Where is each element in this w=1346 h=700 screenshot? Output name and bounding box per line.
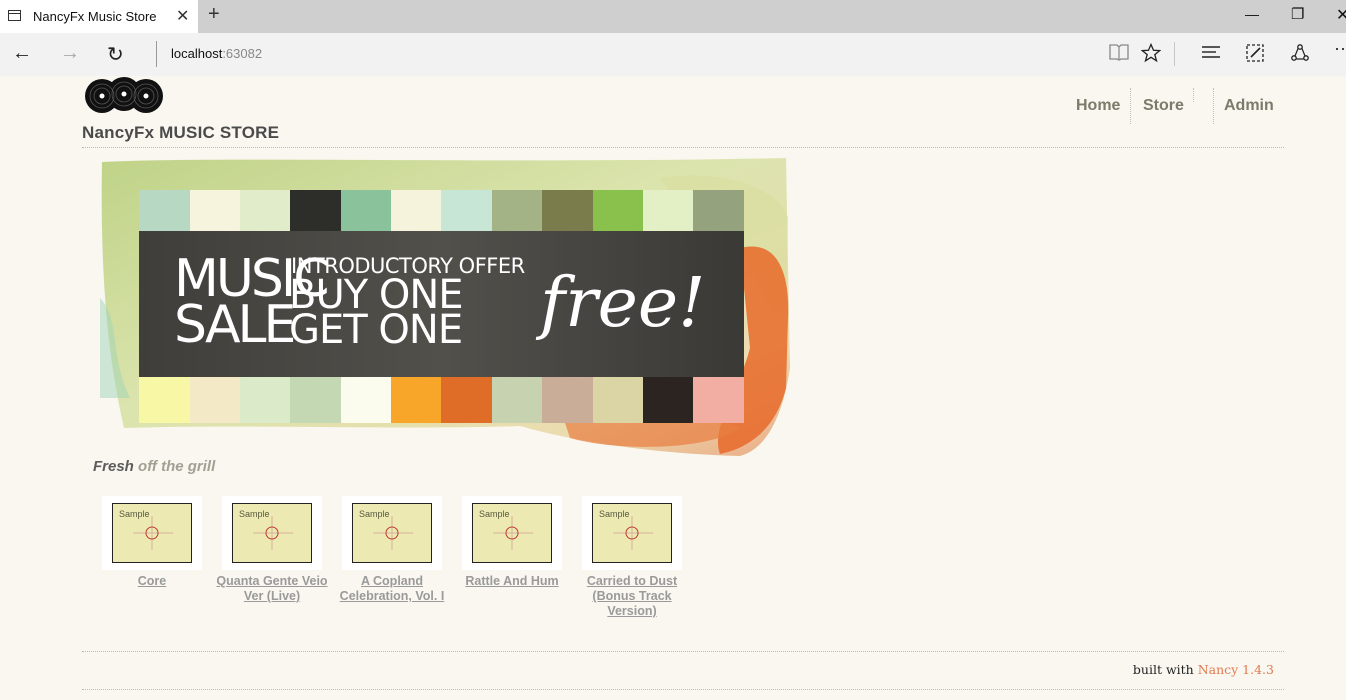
album-cover: Sample (112, 503, 192, 563)
crosshair-icon (613, 516, 653, 550)
menu-separator (1130, 88, 1131, 124)
section-heading-rest: off the grill (133, 458, 216, 475)
album-cover: Sample (232, 503, 312, 563)
promo-banner[interactable]: MUSIC SALE INTRODUCTORY OFFER BUY ONE GE… (100, 158, 790, 458)
minimize-icon[interactable]: — (1245, 6, 1259, 22)
site-title: NancyFx MUSIC STORE (82, 123, 280, 142)
back-icon[interactable]: ← (12, 42, 32, 65)
address-bar[interactable]: localhost:63082 (171, 46, 262, 61)
footer-divider-bottom (82, 689, 1284, 690)
footer-divider-top (82, 651, 1284, 652)
hub-icon[interactable] (1201, 43, 1221, 66)
toolbar-separator (1174, 42, 1175, 66)
address-port: :63082 (222, 46, 263, 61)
share-icon[interactable] (1290, 43, 1310, 68)
footer-credit: built with Nancy 1.4.3 (1133, 662, 1274, 677)
album-thumbnail[interactable]: Sample (222, 496, 322, 570)
crosshair-icon (253, 516, 293, 550)
album-title-link[interactable]: Quanta Gente Veio Ver (Live) (212, 574, 332, 604)
section-heading-strong: Fresh (93, 458, 134, 475)
header-divider (82, 147, 1284, 148)
crosshair-icon (493, 516, 533, 550)
address-separator (156, 41, 157, 67)
new-tab-icon[interactable]: + (208, 3, 220, 26)
menu-admin[interactable]: Admin (1224, 97, 1274, 115)
album-cover: Sample (592, 503, 672, 563)
footer-prefix: built with (1132, 662, 1198, 677)
section-heading: Fresh off the grill (93, 458, 215, 475)
album-thumbnail[interactable]: Sample (462, 496, 562, 570)
forward-icon[interactable]: → (60, 42, 80, 65)
browser-navbar: ← → ↻ localhost:63082 ⋯ (0, 33, 1346, 76)
banner-free-text: free! (535, 264, 705, 343)
reading-view-icon[interactable] (1109, 43, 1129, 66)
album-title-link[interactable]: Core (92, 574, 212, 589)
refresh-icon[interactable]: ↻ (107, 42, 124, 67)
menu-separator (1213, 88, 1214, 124)
album-thumbnail[interactable]: Sample (102, 496, 202, 570)
browser-titlebar: NancyFx Music Store ✕ + — ❐ ✕ (0, 0, 1346, 33)
album-thumbnail[interactable]: Sample (342, 496, 442, 570)
vinyl-records-icon (85, 77, 163, 113)
album-cover: Sample (472, 503, 552, 563)
site-logo[interactable] (84, 76, 164, 114)
crosshair-icon (133, 516, 173, 550)
close-window-icon[interactable]: ✕ (1336, 5, 1346, 25)
menu-separator (1193, 88, 1194, 102)
web-note-icon[interactable] (1245, 43, 1265, 68)
favorites-star-icon[interactable] (1140, 42, 1162, 68)
album-title-link[interactable]: Rattle And Hum (452, 574, 572, 589)
browser-tab[interactable]: NancyFx Music Store ✕ (0, 0, 198, 33)
banner-get-one-text: GET ONE (289, 307, 462, 353)
more-icon[interactable]: ⋯ (1334, 39, 1346, 60)
crosshair-icon (373, 516, 413, 550)
address-host: localhost (171, 46, 223, 61)
album-title-link[interactable]: A Copland Celebration, Vol. I (332, 574, 452, 604)
close-tab-icon[interactable]: ✕ (176, 6, 189, 26)
page-icon (8, 10, 21, 21)
menu-store[interactable]: Store (1143, 97, 1184, 115)
tab-title: NancyFx Music Store (33, 9, 157, 24)
footer-nancy-link[interactable]: Nancy 1.4.3 (1198, 662, 1274, 677)
banner-sale-text: SALE (174, 295, 294, 355)
album-thumbnail[interactable]: Sample (582, 496, 682, 570)
album-cover: Sample (352, 503, 432, 563)
restore-icon[interactable]: ❐ (1291, 5, 1304, 23)
menu-home[interactable]: Home (1076, 97, 1120, 115)
album-title-link[interactable]: Carried to Dust (Bonus Track Version) (572, 574, 692, 619)
